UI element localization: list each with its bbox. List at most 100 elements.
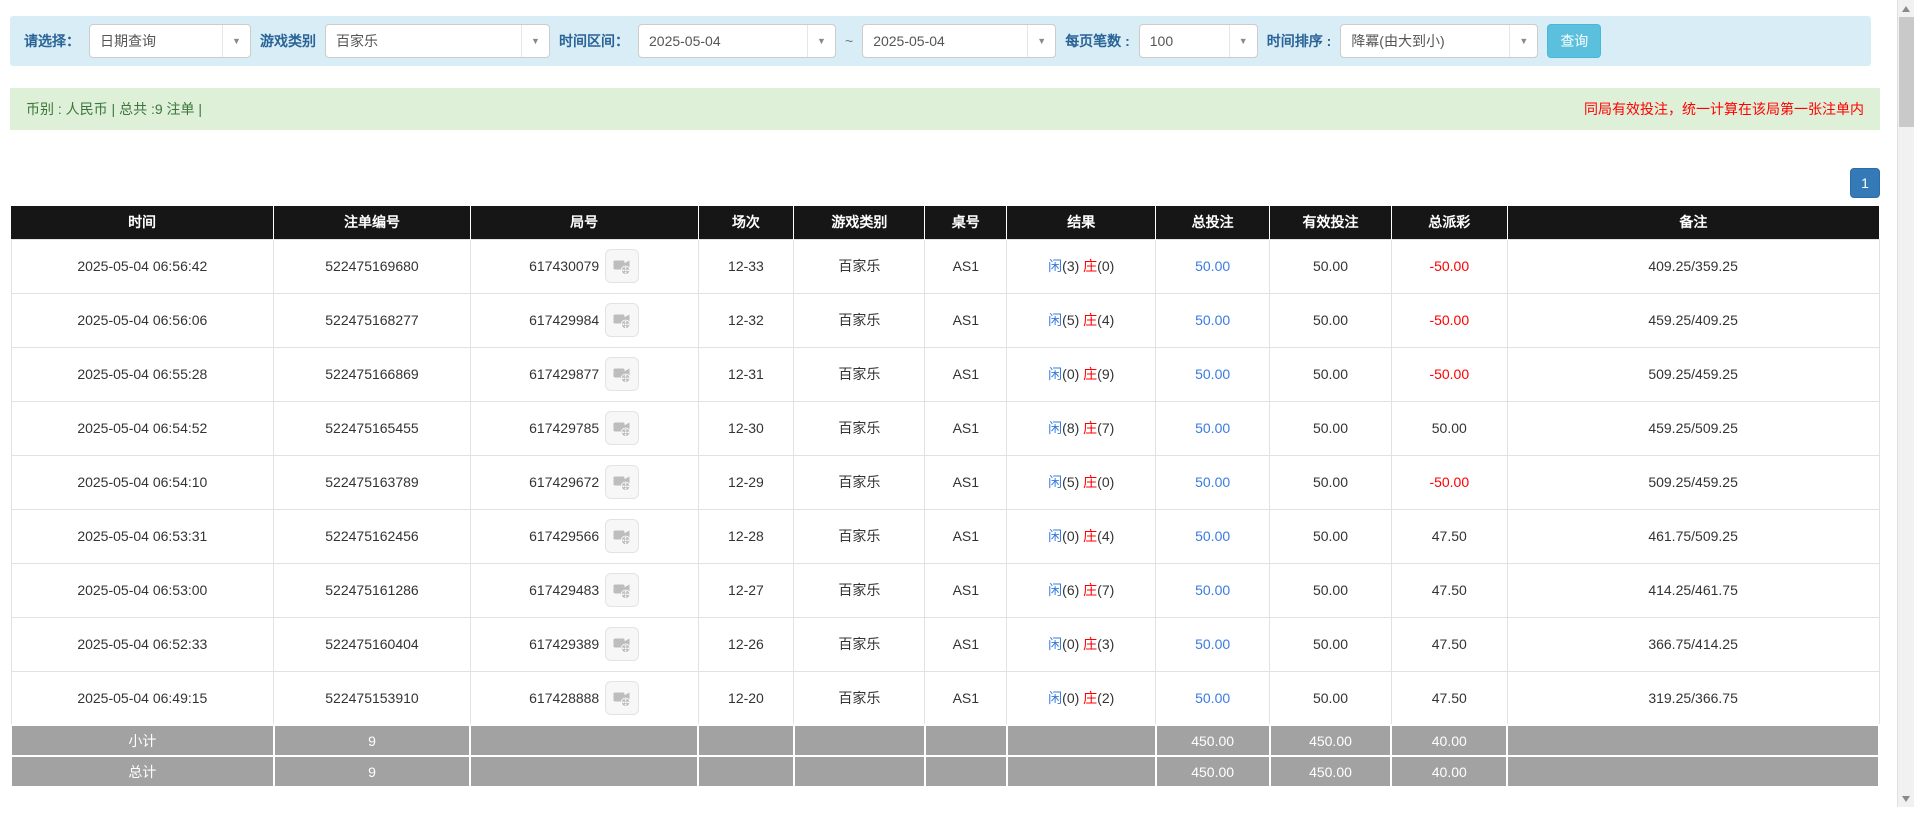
player-result-label: 闲	[1048, 474, 1062, 490]
video-replay-button[interactable]	[605, 303, 639, 337]
round-id-value: 617429566	[529, 528, 599, 544]
banker-result-score: (9)	[1097, 366, 1114, 382]
round-id-value: 617429877	[529, 366, 599, 382]
session-cell: 12-32	[698, 293, 794, 347]
table-no-cell: AS1	[925, 239, 1007, 293]
banker-result-score: (7)	[1097, 420, 1114, 436]
total-bet-cell: 50.00	[1156, 455, 1270, 509]
player-result-label: 闲	[1048, 690, 1062, 706]
note-cell: 509.25/459.25	[1507, 347, 1879, 401]
bet-id-cell: 522475165455	[274, 401, 471, 455]
player-result-score: (0)	[1062, 636, 1079, 652]
video-replay-button[interactable]	[605, 465, 639, 499]
date-from-select[interactable]: 2025-05-04 ▼	[638, 24, 836, 58]
banker-result-score: (4)	[1097, 528, 1114, 544]
vertical-scrollbar[interactable]	[1897, 0, 1914, 807]
player-result-score: (6)	[1062, 582, 1079, 598]
search-button[interactable]: 查询	[1547, 24, 1601, 58]
banker-result-label: 庄	[1083, 474, 1097, 490]
time-cell: 2025-05-04 06:55:28	[11, 347, 274, 401]
round-id-value: 617429984	[529, 312, 599, 328]
total-total-bet: 450.00	[1156, 756, 1270, 787]
note-cell: 319.25/366.75	[1507, 671, 1879, 725]
time-sort-value: 降冪(由大到小)	[1341, 31, 1509, 51]
caret-down-icon: ▼	[222, 25, 250, 57]
player-result-score: (0)	[1062, 690, 1079, 706]
arrow-down-icon[interactable]	[1898, 790, 1914, 807]
total-bet-link[interactable]: 50.00	[1195, 636, 1230, 652]
table-row: 2025-05-04 06:56:06 522475168277 6174299…	[11, 293, 1879, 347]
time-sort-select[interactable]: 降冪(由大到小) ▼	[1340, 24, 1538, 58]
result-cell: 闲(0) 庄(4)	[1007, 509, 1156, 563]
banker-result-score: (0)	[1097, 474, 1114, 490]
payout-cell: 47.50	[1391, 617, 1507, 671]
page-size-value: 100	[1140, 33, 1229, 49]
video-camera-icon	[612, 364, 632, 384]
note-cell: 509.25/459.25	[1507, 455, 1879, 509]
video-replay-button[interactable]	[605, 357, 639, 391]
round-id-cell: 617430079	[470, 239, 698, 293]
arrow-up-icon[interactable]	[1898, 0, 1914, 17]
table-row: 2025-05-04 06:54:10 522475163789 6174296…	[11, 455, 1879, 509]
total-bet-link[interactable]: 50.00	[1195, 420, 1230, 436]
time-cell: 2025-05-04 06:49:15	[11, 671, 274, 725]
video-replay-button[interactable]	[605, 573, 639, 607]
date-to-select[interactable]: 2025-05-04 ▼	[862, 24, 1056, 58]
total-bet-link[interactable]: 50.00	[1195, 258, 1230, 274]
payout-cell: 47.50	[1391, 563, 1507, 617]
video-replay-button[interactable]	[605, 249, 639, 283]
result-cell: 闲(0) 庄(2)	[1007, 671, 1156, 725]
total-bet-link[interactable]: 50.00	[1195, 312, 1230, 328]
player-result-score: (5)	[1062, 474, 1079, 490]
game-type-value: 百家乐	[326, 31, 521, 51]
query-type-select[interactable]: 日期查询 ▼	[89, 24, 251, 58]
total-bet-link[interactable]: 50.00	[1195, 474, 1230, 490]
payout-cell: -50.00	[1391, 293, 1507, 347]
payout-cell: -50.00	[1391, 239, 1507, 293]
total-bet-link[interactable]: 50.00	[1195, 582, 1230, 598]
total-bet-link[interactable]: 50.00	[1195, 528, 1230, 544]
round-id-value: 617429785	[529, 420, 599, 436]
banker-result-label: 庄	[1083, 312, 1097, 328]
valid-bet-cell: 50.00	[1270, 617, 1392, 671]
note-cell: 409.25/359.25	[1507, 239, 1879, 293]
result-cell: 闲(5) 庄(0)	[1007, 455, 1156, 509]
game-type-cell: 百家乐	[794, 617, 925, 671]
total-valid-bet: 450.00	[1270, 756, 1392, 787]
valid-bet-cell: 50.00	[1270, 671, 1392, 725]
page-size-select[interactable]: 100 ▼	[1139, 24, 1258, 58]
video-replay-button[interactable]	[605, 519, 639, 553]
total-bet-cell: 50.00	[1156, 617, 1270, 671]
banker-result-label: 庄	[1083, 690, 1097, 706]
game-type-cell: 百家乐	[794, 239, 925, 293]
video-replay-button[interactable]	[605, 627, 639, 661]
total-bet-link[interactable]: 50.00	[1195, 366, 1230, 382]
bet-id-cell: 522475160404	[274, 617, 471, 671]
total-bet-cell: 50.00	[1156, 563, 1270, 617]
same-round-notice: 同局有效投注，统一计算在该局第一张注单内	[1584, 99, 1864, 119]
banker-result-label: 庄	[1083, 582, 1097, 598]
video-replay-button[interactable]	[605, 681, 639, 715]
game-type-cell: 百家乐	[794, 671, 925, 725]
valid-bet-cell: 50.00	[1270, 509, 1392, 563]
table-row: 2025-05-04 06:53:31 522475162456 6174295…	[11, 509, 1879, 563]
video-replay-button[interactable]	[605, 411, 639, 445]
banker-result-score: (3)	[1097, 636, 1114, 652]
payout-cell: 50.00	[1391, 401, 1507, 455]
column-header-0: 时间	[11, 206, 274, 239]
valid-bet-cell: 50.00	[1270, 401, 1392, 455]
valid-bet-cell: 50.00	[1270, 347, 1392, 401]
page-1-button[interactable]: 1	[1850, 168, 1880, 198]
total-bet-link[interactable]: 50.00	[1195, 690, 1230, 706]
player-result-label: 闲	[1048, 258, 1062, 274]
round-id-cell: 617429389	[470, 617, 698, 671]
time-sort-label: 时间排序 :	[1267, 31, 1332, 51]
total-label: 总计	[11, 756, 274, 787]
banker-result-label: 庄	[1083, 366, 1097, 382]
game-type-select[interactable]: 百家乐 ▼	[325, 24, 550, 58]
table-no-cell: AS1	[925, 617, 1007, 671]
video-camera-icon	[612, 472, 632, 492]
total-bet-cell: 50.00	[1156, 509, 1270, 563]
scrollbar-thumb[interactable]	[1899, 17, 1914, 127]
valid-bet-cell: 50.00	[1270, 455, 1392, 509]
